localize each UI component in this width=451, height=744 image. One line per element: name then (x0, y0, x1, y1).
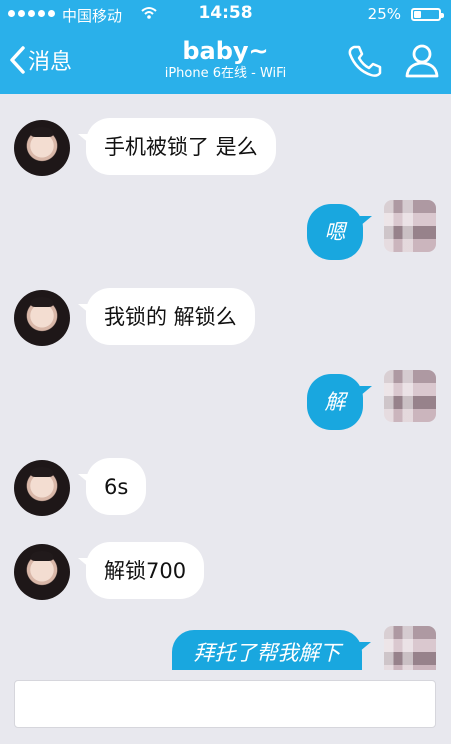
battery-fill (414, 11, 421, 18)
incoming-message-bubble[interactable]: 手机被锁了 是么 (78, 118, 276, 175)
incoming-message-bubble[interactable]: 6s (77, 458, 147, 515)
phone-icon (348, 45, 382, 77)
outgoing-message-bubble[interactable]: 解 (307, 374, 372, 430)
contact-avatar[interactable] (14, 544, 70, 600)
user-avatar[interactable] (384, 200, 436, 252)
message-list[interactable]: 手机被锁了 是么 嗯 我锁的 解锁么 解 6s 解锁700 拜托了帮我解下 (0, 94, 451, 678)
call-button[interactable] (344, 42, 384, 80)
battery-icon (411, 8, 444, 21)
profile-button[interactable] (402, 42, 442, 80)
user-avatar[interactable] (384, 370, 436, 422)
top-navigation-bar: 中国移动 14:58 25% 消息 baby~ iPhone 6在线 - WiF… (0, 0, 451, 94)
message-input[interactable] (14, 680, 436, 728)
contact-avatar[interactable] (14, 120, 70, 176)
incoming-message-bubble[interactable]: 我锁的 解锁么 (78, 288, 255, 345)
contact-avatar[interactable] (14, 460, 70, 516)
composer-area (0, 670, 451, 744)
status-bar: 中国移动 14:58 25% (0, 0, 451, 30)
battery-percent: 25% (367, 5, 401, 23)
incoming-message-bubble[interactable]: 解锁700 (77, 542, 205, 599)
contact-avatar[interactable] (14, 290, 70, 346)
profile-icon (405, 44, 439, 78)
outgoing-message-bubble[interactable]: 嗯 (307, 204, 372, 260)
